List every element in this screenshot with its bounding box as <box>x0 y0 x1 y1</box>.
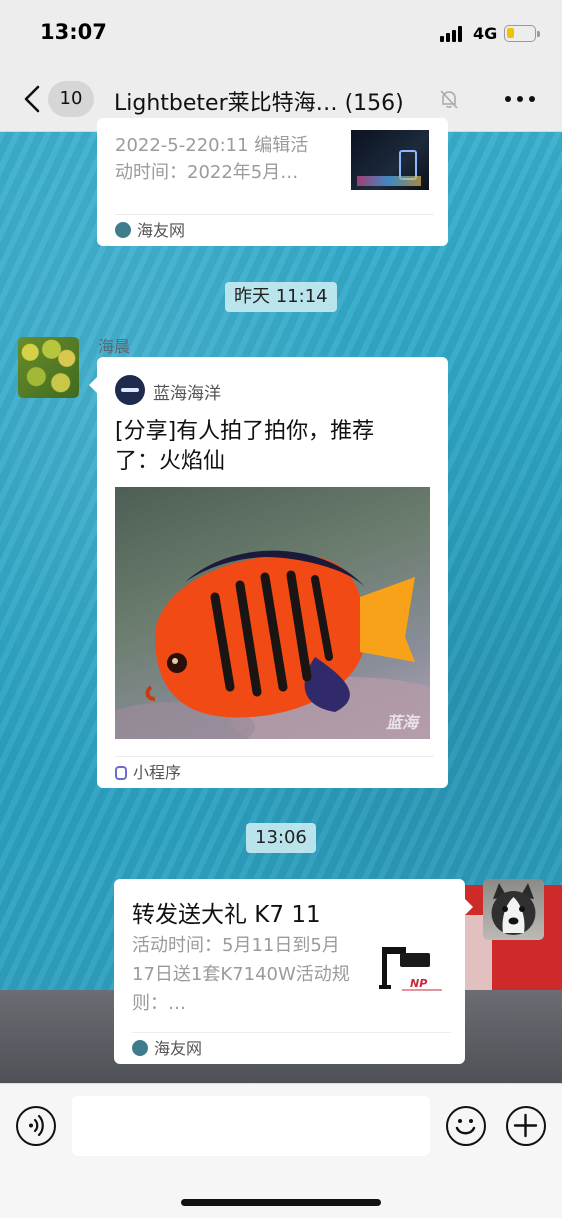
time-divider: 昨天 11:14 <box>225 282 337 312</box>
haiyou-logo-icon <box>132 1040 148 1056</box>
thumb-brand-text: NP <box>410 977 427 990</box>
more-dots-icon[interactable] <box>505 96 535 104</box>
mini-program-label: 小程序 <box>133 763 182 782</box>
link-card-bottom-desc: 活动时间：5月11日到5月17日送1套K7140W活动规则：… <box>132 935 350 1014</box>
emoji-icon <box>455 1119 476 1135</box>
mini-program-footer: 小程序 <box>115 756 434 788</box>
emoji-button[interactable] <box>446 1106 486 1146</box>
link-card-bottom[interactable]: 转发送大礼 K7 11 活动时间：5月11日到5月17日送1套K7140W活动规… <box>114 879 473 1064</box>
link-card-top-footer: 海友网 <box>115 214 434 246</box>
mini-program-app-name: 蓝海海洋 <box>153 384 221 404</box>
plus-icon <box>513 1113 538 1138</box>
network-type: 4G <box>473 24 498 43</box>
plus-button[interactable] <box>506 1106 546 1146</box>
bell-off-icon <box>440 90 458 109</box>
link-card-bottom-title: 转发送大礼 K7 11 <box>132 902 321 928</box>
link-card-top-thumbnail <box>351 130 429 190</box>
link-card-bottom-source: 海友网 <box>154 1039 203 1058</box>
unread-count-badge[interactable]: 10 <box>48 81 94 117</box>
input-bar <box>0 1083 562 1218</box>
link-card-top-text: 2022-5-220:11 编辑活 动时间：2022年5月… <box>115 132 337 186</box>
avatar[interactable] <box>483 879 544 940</box>
link-card-bottom-footer: 海友网 <box>132 1032 451 1064</box>
avatar[interactable] <box>18 337 79 398</box>
voice-button[interactable] <box>16 1106 56 1146</box>
status-bar: 13:07 4G <box>0 0 562 68</box>
chat-title: Lightbeter莱比特海… (156) <box>114 91 404 116</box>
mini-program-logo-icon <box>115 375 145 405</box>
sender-name: 海晨 <box>98 337 131 356</box>
led-light-thumbnail: NP <box>379 947 442 991</box>
flame-angelfish-illustration <box>115 550 430 739</box>
link-card-top-line1: 2022-5-220:11 编辑活 <box>115 135 309 156</box>
message-input[interactable] <box>72 1096 430 1156</box>
bubble-tail <box>89 377 97 393</box>
link-card-top-source: 海友网 <box>137 221 186 240</box>
status-time: 13:07 <box>40 20 107 44</box>
voice-icon <box>29 1114 44 1137</box>
image-watermark: 蓝海 <box>385 713 418 732</box>
time-divider: 13:06 <box>246 823 316 853</box>
home-indicator[interactable] <box>181 1199 381 1206</box>
link-card-top-line2: 动时间：2022年5月… <box>115 162 299 183</box>
chevron-left-icon[interactable] <box>22 84 42 114</box>
mini-program-card[interactable]: 蓝海海洋 [分享]有人拍了拍你，推荐了：火焰仙 蓝海 小程序 <box>89 357 448 788</box>
dog-avatar-image <box>491 883 536 935</box>
fish-image: 蓝海 <box>115 487 430 739</box>
battery-icon <box>504 25 540 42</box>
link-card-top[interactable]: 2022-5-220:11 编辑活 动时间：2022年5月… 海友网 <box>97 118 448 246</box>
signal-icon <box>440 26 466 42</box>
mini-program-title: [分享]有人拍了拍你，推荐了：火焰仙 <box>115 419 375 474</box>
mini-program-icon <box>115 766 127 780</box>
haiyou-logo-icon <box>115 222 131 238</box>
bubble-tail <box>465 899 473 915</box>
